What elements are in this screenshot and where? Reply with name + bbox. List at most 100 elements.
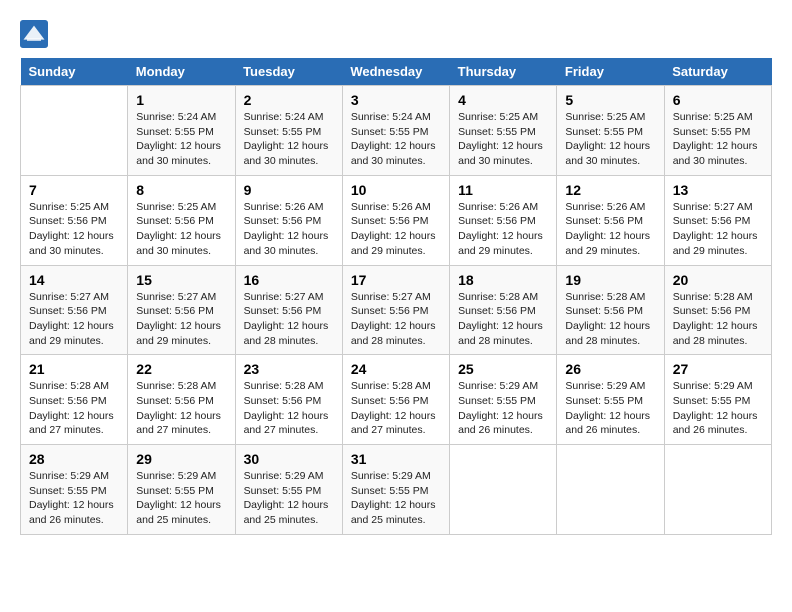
- day-info: Sunrise: 5:26 AM Sunset: 5:56 PM Dayligh…: [458, 200, 548, 259]
- day-info: Sunrise: 5:29 AM Sunset: 5:55 PM Dayligh…: [565, 379, 655, 438]
- calendar-cell: [21, 86, 128, 176]
- day-info: Sunrise: 5:26 AM Sunset: 5:56 PM Dayligh…: [565, 200, 655, 259]
- calendar-cell: 15 Sunrise: 5:27 AM Sunset: 5:56 PM Dayli…: [128, 265, 235, 355]
- day-number: 15: [136, 272, 226, 288]
- day-number: 4: [458, 92, 548, 108]
- calendar-cell: 23Sunrise: 5:28 AM Sunset: 5:56 PM Dayli…: [235, 355, 342, 445]
- day-number: 6: [673, 92, 763, 108]
- day-number: 20: [673, 272, 763, 288]
- day-info: Sunrise: 5:27 AM Sunset: 5:56 PM Dayligh…: [136, 290, 226, 349]
- day-info: Sunrise: 5:28 AM Sunset: 5:56 PM Dayligh…: [351, 379, 441, 438]
- day-info: Sunrise: 5:28 AM Sunset: 5:56 PM Dayligh…: [244, 379, 334, 438]
- calendar-cell: [450, 445, 557, 535]
- day-info: Sunrise: 5:24 AM Sunset: 5:55 PM Dayligh…: [244, 110, 334, 169]
- day-info: Sunrise: 5:27 AM Sunset: 5:56 PM Dayligh…: [244, 290, 334, 349]
- day-number: 29: [136, 451, 226, 467]
- weekday-header-tuesday: Tuesday: [235, 58, 342, 86]
- day-number: 28: [29, 451, 119, 467]
- day-info: Sunrise: 5:28 AM Sunset: 5:56 PM Dayligh…: [565, 290, 655, 349]
- calendar-week-5: 28 Sunrise: 5:29 AM Sunset: 5:55 PM Dayli…: [21, 445, 772, 535]
- calendar-cell: 7 Sunrise: 5:25 AM Sunset: 5:56 PM Daylig…: [21, 175, 128, 265]
- calendar-cell: 14 Sunrise: 5:27 AM Sunset: 5:56 PM Dayli…: [21, 265, 128, 355]
- day-info: Sunrise: 5:29 AM Sunset: 5:55 PM Dayligh…: [351, 469, 441, 528]
- calendar-cell: 30 Sunrise: 5:29 AM Sunset: 5:55 PM Dayli…: [235, 445, 342, 535]
- calendar-cell: 10Sunrise: 5:26 AM Sunset: 5:56 PM Dayli…: [342, 175, 449, 265]
- logo: [20, 20, 52, 48]
- page-header: [20, 20, 772, 48]
- day-number: 21: [29, 361, 119, 377]
- calendar-cell: 26 Sunrise: 5:29 AM Sunset: 5:55 PM Dayli…: [557, 355, 664, 445]
- day-number: 24: [351, 361, 441, 377]
- day-info: Sunrise: 5:25 AM Sunset: 5:55 PM Dayligh…: [565, 110, 655, 169]
- day-info: Sunrise: 5:27 AM Sunset: 5:56 PM Dayligh…: [351, 290, 441, 349]
- day-info: Sunrise: 5:29 AM Sunset: 5:55 PM Dayligh…: [29, 469, 119, 528]
- day-number: 30: [244, 451, 334, 467]
- calendar-cell: 1Sunrise: 5:24 AM Sunset: 5:55 PM Daylig…: [128, 86, 235, 176]
- calendar-week-4: 21 Sunrise: 5:28 AM Sunset: 5:56 PM Dayli…: [21, 355, 772, 445]
- day-number: 5: [565, 92, 655, 108]
- calendar-cell: 4 Sunrise: 5:25 AM Sunset: 5:55 PM Daylig…: [450, 86, 557, 176]
- day-number: 19: [565, 272, 655, 288]
- calendar-body: 1 Sunrise: 5:24 AM Sunset: 5:55 PM Daylig…: [21, 86, 772, 535]
- calendar-week-3: 14 Sunrise: 5:27 AM Sunset: 5:56 PM Dayli…: [21, 265, 772, 355]
- day-number: 8: [136, 182, 226, 198]
- day-info: Sunrise: 5:28 AM Sunset: 5:56 PM Dayligh…: [136, 379, 226, 438]
- day-info: Sunrise: 5:25 AM Sunset: 5:56 PM Dayligh…: [29, 200, 119, 259]
- calendar-cell: 3 Sunrise: 5:24 AM Sunset: 5:55 PM Daylig…: [342, 86, 449, 176]
- day-info: Sunrise: 5:28 AM Sunset: 5:56 PM Dayligh…: [29, 379, 119, 438]
- day-info: Sunrise: 5:25 AM Sunset: 5:55 PM Dayligh…: [673, 110, 763, 169]
- day-number: 11: [458, 182, 548, 198]
- calendar-cell: 9Sunrise: 5:26 AM Sunset: 5:56 PM Daylig…: [235, 175, 342, 265]
- calendar-cell: 29 Sunrise: 5:29 AM Sunset: 5:55 PM Dayli…: [128, 445, 235, 535]
- day-number: 26: [565, 361, 655, 377]
- day-number: 3: [351, 92, 441, 108]
- day-number: 2: [244, 92, 334, 108]
- weekday-row: SundayMondayTuesdayWednesdayThursdayFrid…: [21, 58, 772, 86]
- day-number: 7: [29, 182, 119, 198]
- day-info: Sunrise: 5:27 AM Sunset: 5:56 PM Dayligh…: [29, 290, 119, 349]
- calendar-cell: 21 Sunrise: 5:28 AM Sunset: 5:56 PM Dayli…: [21, 355, 128, 445]
- calendar-cell: 18 Sunrise: 5:28 AM Sunset: 5:56 PM Dayli…: [450, 265, 557, 355]
- calendar-cell: 19 Sunrise: 5:28 AM Sunset: 5:56 PM Dayli…: [557, 265, 664, 355]
- day-info: Sunrise: 5:29 AM Sunset: 5:55 PM Dayligh…: [136, 469, 226, 528]
- calendar-cell: [557, 445, 664, 535]
- weekday-header-friday: Friday: [557, 58, 664, 86]
- calendar-cell: 16 Sunrise: 5:27 AM Sunset: 5:56 PM Dayli…: [235, 265, 342, 355]
- day-number: 9: [244, 182, 334, 198]
- day-info: Sunrise: 5:29 AM Sunset: 5:55 PM Dayligh…: [673, 379, 763, 438]
- calendar-cell: 13Sunrise: 5:27 AM Sunset: 5:56 PM Dayli…: [664, 175, 771, 265]
- day-info: Sunrise: 5:24 AM Sunset: 5:55 PM Dayligh…: [351, 110, 441, 169]
- calendar-week-2: 7 Sunrise: 5:25 AM Sunset: 5:56 PM Daylig…: [21, 175, 772, 265]
- calendar-cell: [664, 445, 771, 535]
- day-info: Sunrise: 5:25 AM Sunset: 5:56 PM Dayligh…: [136, 200, 226, 259]
- day-info: Sunrise: 5:29 AM Sunset: 5:55 PM Dayligh…: [244, 469, 334, 528]
- day-number: 18: [458, 272, 548, 288]
- logo-icon: [20, 20, 48, 48]
- day-number: 17: [351, 272, 441, 288]
- calendar-cell: 6 Sunrise: 5:25 AM Sunset: 5:55 PM Daylig…: [664, 86, 771, 176]
- weekday-header-wednesday: Wednesday: [342, 58, 449, 86]
- day-number: 22: [136, 361, 226, 377]
- weekday-header-monday: Monday: [128, 58, 235, 86]
- calendar-cell: 25 Sunrise: 5:29 AM Sunset: 5:55 PM Dayli…: [450, 355, 557, 445]
- calendar-cell: 8 Sunrise: 5:25 AM Sunset: 5:56 PM Daylig…: [128, 175, 235, 265]
- day-info: Sunrise: 5:25 AM Sunset: 5:55 PM Dayligh…: [458, 110, 548, 169]
- day-info: Sunrise: 5:28 AM Sunset: 5:56 PM Dayligh…: [673, 290, 763, 349]
- calendar-cell: 27 Sunrise: 5:29 AM Sunset: 5:55 PM Dayli…: [664, 355, 771, 445]
- day-info: Sunrise: 5:28 AM Sunset: 5:56 PM Dayligh…: [458, 290, 548, 349]
- day-number: 16: [244, 272, 334, 288]
- weekday-header-sunday: Sunday: [21, 58, 128, 86]
- day-number: 31: [351, 451, 441, 467]
- day-number: 27: [673, 361, 763, 377]
- day-number: 25: [458, 361, 548, 377]
- calendar-cell: 12Sunrise: 5:26 AM Sunset: 5:56 PM Dayli…: [557, 175, 664, 265]
- calendar-cell: 11 Sunrise: 5:26 AM Sunset: 5:56 PM Dayli…: [450, 175, 557, 265]
- day-number: 14: [29, 272, 119, 288]
- day-info: Sunrise: 5:29 AM Sunset: 5:55 PM Dayligh…: [458, 379, 548, 438]
- day-info: Sunrise: 5:27 AM Sunset: 5:56 PM Dayligh…: [673, 200, 763, 259]
- calendar-table: SundayMondayTuesdayWednesdayThursdayFrid…: [20, 58, 772, 535]
- calendar-header: SundayMondayTuesdayWednesdayThursdayFrid…: [21, 58, 772, 86]
- day-number: 1: [136, 92, 226, 108]
- calendar-week-1: 1 Sunrise: 5:24 AM Sunset: 5:55 PM Daylig…: [21, 86, 772, 176]
- weekday-header-thursday: Thursday: [450, 58, 557, 86]
